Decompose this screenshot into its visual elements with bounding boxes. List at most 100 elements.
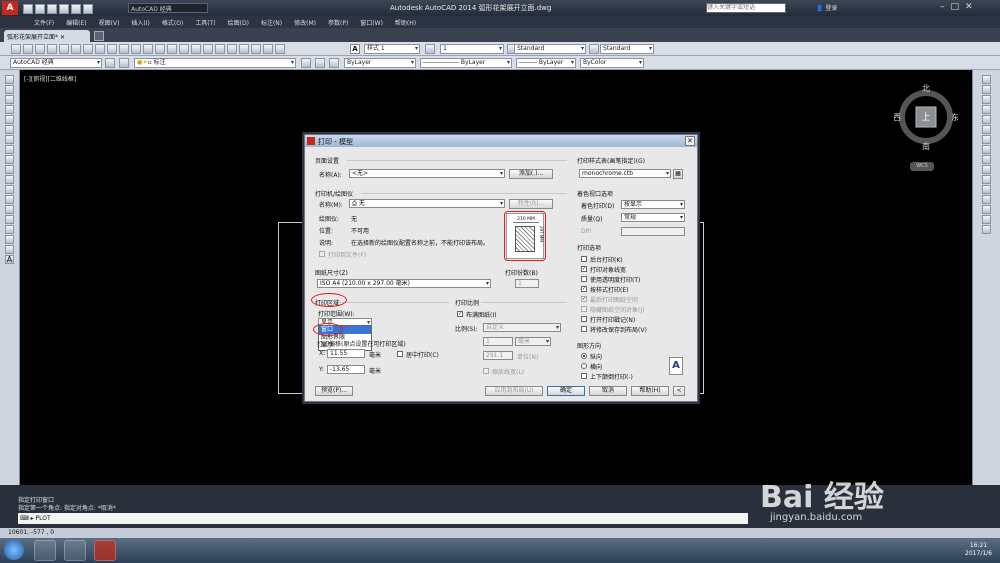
design-center-icon[interactable] xyxy=(215,44,225,54)
xline-icon[interactable] xyxy=(5,85,14,94)
text-style-combo[interactable]: 样式 1 xyxy=(364,44,420,54)
save-icon[interactable] xyxy=(47,4,57,14)
region-icon[interactable] xyxy=(5,235,14,244)
add-page-setup-button[interactable]: 添加(.)... xyxy=(509,169,553,179)
menu-item[interactable]: 绘图(D) xyxy=(228,20,249,27)
copy-icon[interactable] xyxy=(95,44,105,54)
clock[interactable]: 16:21 2017/1/6 xyxy=(965,542,992,558)
scale-lineweights-checkbox[interactable] xyxy=(483,368,489,374)
plot-option-checkbox[interactable]: ✓ xyxy=(581,296,587,302)
undo-icon[interactable] xyxy=(71,4,81,14)
more-options-icon[interactable]: < xyxy=(673,386,685,396)
array-icon[interactable] xyxy=(982,115,991,124)
close-icon[interactable]: ✕ xyxy=(685,136,695,146)
markup-icon[interactable] xyxy=(251,44,261,54)
chamfer-icon[interactable] xyxy=(982,205,991,214)
calc-icon[interactable] xyxy=(263,44,273,54)
polyline-icon[interactable] xyxy=(5,95,14,104)
layer-match-icon[interactable] xyxy=(329,58,339,68)
revcloud-icon[interactable] xyxy=(5,145,14,154)
new-tab-icon[interactable] xyxy=(94,31,104,41)
close-icon[interactable]: ✕ xyxy=(965,2,979,12)
ellipse-arc-icon[interactable] xyxy=(5,175,14,184)
preview-icon[interactable] xyxy=(59,44,69,54)
mirror-icon[interactable] xyxy=(982,95,991,104)
circle-icon[interactable] xyxy=(5,135,14,144)
point-icon[interactable] xyxy=(5,205,14,214)
plot-to-file-checkbox[interactable] xyxy=(319,251,325,257)
line-icon[interactable] xyxy=(5,75,14,84)
print-icon[interactable] xyxy=(47,44,57,54)
ellipse-icon[interactable] xyxy=(5,165,14,174)
tool-palette-icon[interactable] xyxy=(227,44,237,54)
plot-option-checkbox[interactable] xyxy=(581,256,587,262)
window-controls[interactable]: –□✕ xyxy=(940,2,979,12)
cut-icon[interactable] xyxy=(83,44,93,54)
edit-plot-style-icon[interactable]: ▦ xyxy=(673,169,683,179)
gradient-icon[interactable] xyxy=(5,225,14,234)
scale-denominator-input[interactable]: 291.1 xyxy=(483,351,513,360)
viewcube-east[interactable]: 东 xyxy=(951,112,958,122)
explode-icon[interactable] xyxy=(982,225,991,234)
lineweight-combo[interactable]: ――― ByLayer xyxy=(516,58,576,68)
dim-style-combo[interactable]: Standard xyxy=(514,44,586,54)
offset-x-input[interactable]: 11.55 xyxy=(327,349,365,358)
move-icon[interactable] xyxy=(982,125,991,134)
close-tab-icon[interactable]: ✕ xyxy=(60,34,65,41)
zoom-icon[interactable] xyxy=(167,44,177,54)
polygon-icon[interactable] xyxy=(5,105,14,114)
help-button[interactable]: 帮助(H) xyxy=(631,386,669,396)
file-tab[interactable]: 弧形花架展开立面* ✕ xyxy=(4,30,90,42)
print-icon[interactable] xyxy=(59,4,69,14)
plot-option-checkbox[interactable]: ✓ xyxy=(581,286,587,292)
app-360-icon[interactable] xyxy=(34,540,56,561)
printer-name-select[interactable]: ⎙ 无 xyxy=(349,199,505,208)
hatch-icon[interactable] xyxy=(5,215,14,224)
table-icon[interactable] xyxy=(5,245,14,254)
plot-option-checkbox[interactable]: ✓ xyxy=(581,266,587,272)
workspace-combo[interactable]: AutoCAD 经典 xyxy=(128,3,208,13)
sheet-set-icon[interactable] xyxy=(239,44,249,54)
minimize-icon[interactable]: – xyxy=(940,2,951,12)
command-input[interactable]: ⌨ ▸ PLOT xyxy=(18,513,748,524)
trim-icon[interactable] xyxy=(982,165,991,174)
printer-properties-button[interactable]: 特性(R)... xyxy=(509,199,553,209)
dialog-title-bar[interactable]: 打印 - 模型 ✕ xyxy=(305,135,697,147)
redo-icon[interactable] xyxy=(83,4,93,14)
open-icon[interactable] xyxy=(35,4,45,14)
viewcube-west[interactable]: 西 xyxy=(894,113,901,122)
zoom-window-icon[interactable] xyxy=(179,44,189,54)
start-button[interactable] xyxy=(4,540,24,560)
gear-icon[interactable] xyxy=(105,58,115,68)
dim-scale-combo[interactable]: 1 xyxy=(440,44,504,54)
wcs-menu[interactable]: WCS xyxy=(910,162,934,171)
join-icon[interactable] xyxy=(982,195,991,204)
search-input[interactable] xyxy=(706,3,786,13)
viewport-controls[interactable]: [-][俯视][二维线框] xyxy=(24,74,76,83)
scale-icon[interactable] xyxy=(982,145,991,154)
insert-block-icon[interactable] xyxy=(5,185,14,194)
plot-option-checkbox[interactable] xyxy=(581,326,587,332)
open-icon[interactable] xyxy=(23,44,33,54)
fillet-icon[interactable] xyxy=(982,215,991,224)
menu-item[interactable]: 文件(F) xyxy=(34,20,54,27)
login-link[interactable]: 👤 登录 xyxy=(816,3,837,12)
menu-item[interactable]: 帮助(H) xyxy=(395,20,416,27)
paste-icon[interactable] xyxy=(107,44,117,54)
scale-unit-select[interactable]: 毫米 xyxy=(515,337,551,346)
layer-manager-icon[interactable] xyxy=(119,58,129,68)
publish-icon[interactable] xyxy=(71,44,81,54)
rectangle-icon[interactable] xyxy=(5,115,14,124)
menu-item[interactable]: 标注(N) xyxy=(261,20,282,27)
copy-icon[interactable] xyxy=(982,85,991,94)
color-combo[interactable]: ByLayer xyxy=(344,58,416,68)
app-browser-icon[interactable] xyxy=(64,540,86,561)
pan-icon[interactable] xyxy=(155,44,165,54)
upside-down-checkbox[interactable] xyxy=(581,373,587,379)
stretch-icon[interactable] xyxy=(982,155,991,164)
apply-to-layout-button[interactable]: 应用到布局(U) xyxy=(485,386,543,396)
fit-to-paper-checkbox[interactable]: ✓ xyxy=(457,311,463,317)
plotstyle-combo[interactable]: ByColor xyxy=(580,58,644,68)
arc-icon[interactable] xyxy=(5,125,14,134)
make-block-icon[interactable] xyxy=(5,195,14,204)
